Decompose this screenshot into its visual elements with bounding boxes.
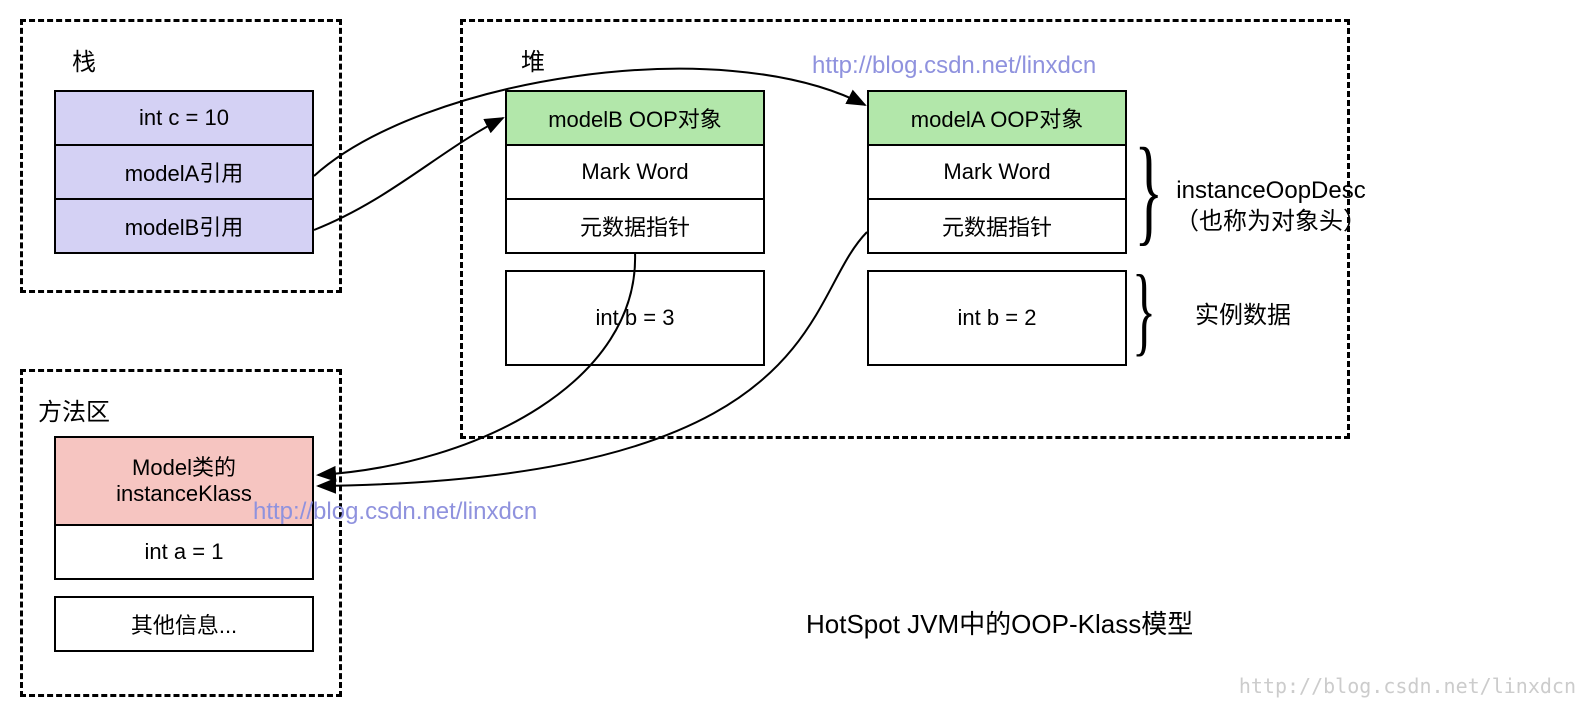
method-area-label: 方法区: [38, 392, 110, 427]
modelB-markword: Mark Word: [505, 144, 765, 200]
stack-cell: modelB引用: [54, 198, 314, 254]
diagram-caption: HotSpot JVM中的OOP-Klass模型: [806, 604, 1193, 641]
annotation-oopdesc: instanceOopDesc （也称为对象头）: [1175, 175, 1367, 237]
heap-modelA: modelA OOP对象 Mark Word 元数据指针 int b = 2: [867, 90, 1127, 366]
stack-label: 栈: [72, 42, 96, 77]
watermark: http://blog.csdn.net/linxdcn: [253, 498, 537, 526]
modelB-metaptr: 元数据指针: [505, 198, 765, 254]
modelA-markword: Mark Word: [867, 144, 1127, 200]
brace-oopdesc: }: [1134, 130, 1163, 250]
method-row: int a = 1: [54, 524, 314, 580]
brace-instdata: }: [1132, 260, 1156, 360]
annotation-instdata: 实例数据: [1195, 300, 1291, 331]
modelA-data: int b = 2: [867, 270, 1127, 366]
method-row: 其他信息...: [54, 596, 314, 652]
heap-modelB: modelB OOP对象 Mark Word 元数据指针 int b = 3: [505, 90, 765, 366]
modelA-header: modelA OOP对象: [867, 90, 1127, 146]
stack-cell: modelA引用: [54, 144, 314, 200]
modelB-header: modelB OOP对象: [505, 90, 765, 146]
footer-watermark: http://blog.csdn.net/linxdcn: [1239, 674, 1576, 698]
stack-cell: int c = 10: [54, 90, 314, 146]
heap-label: 堆: [521, 42, 545, 77]
modelB-data: int b = 3: [505, 270, 765, 366]
modelA-metaptr: 元数据指针: [867, 198, 1127, 254]
watermark: http://blog.csdn.net/linxdcn: [812, 52, 1096, 80]
